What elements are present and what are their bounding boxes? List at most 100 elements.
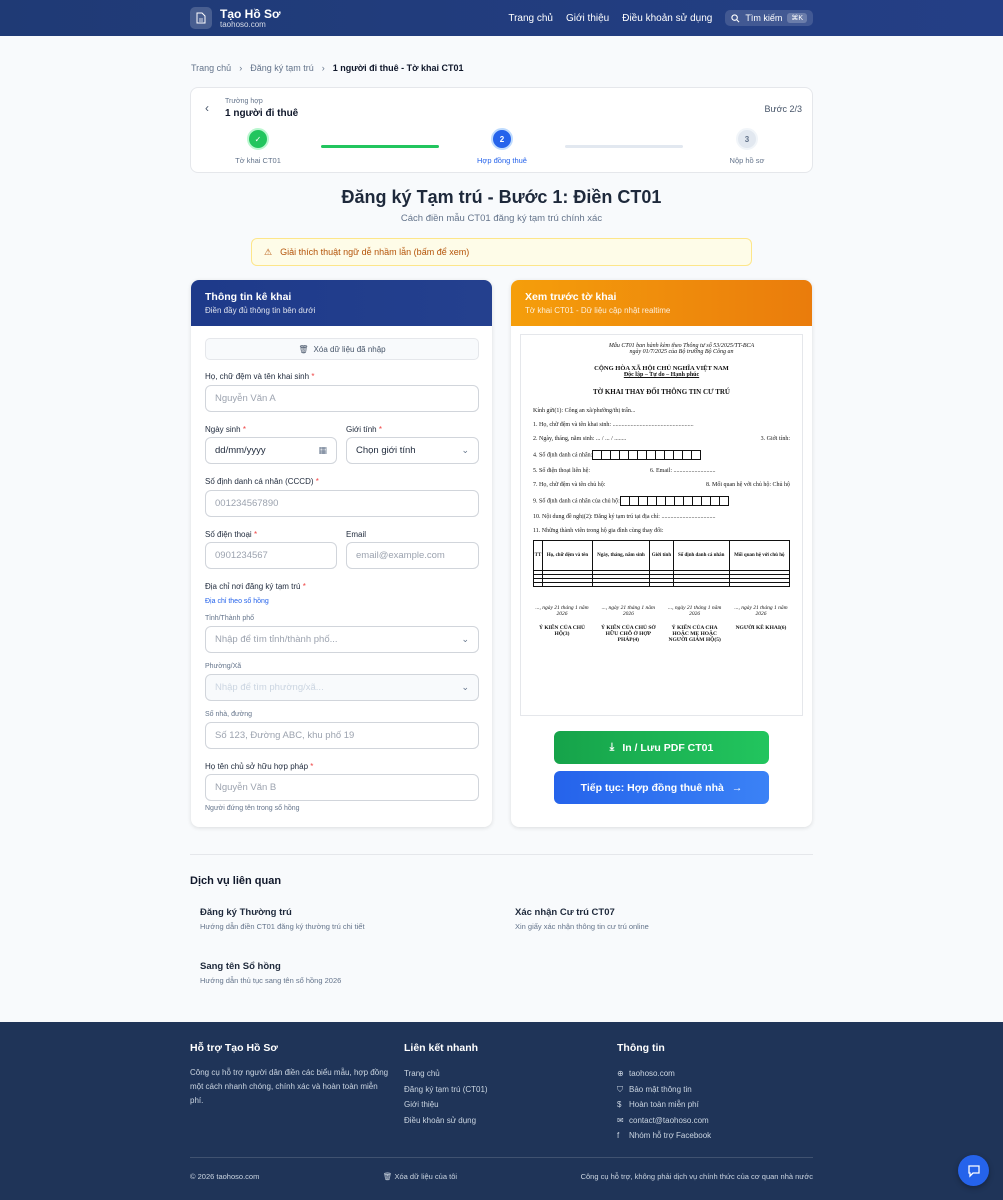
shield-icon: ⛉ xyxy=(617,1084,623,1094)
chevron-down-icon: ⌄ xyxy=(461,634,469,644)
related-item-ct07[interactable]: Xác nhận Cư trú CT07 Xin giấy xác nhận t… xyxy=(515,907,649,931)
owner-input[interactable]: Nguyễn Văn B xyxy=(205,774,479,801)
cccd-label: Số định danh cá nhân (CCCD) * xyxy=(205,477,319,486)
clear-form-label: Xóa dữ liệu đã nhập xyxy=(313,344,386,354)
footer-email[interactable]: ✉ contact@taohoso.com xyxy=(617,1113,711,1129)
chat-icon xyxy=(967,1164,980,1178)
members-table: TT Họ, chữ đệm và tên Ngày, tháng, năm sin… xyxy=(533,540,791,587)
terms-warning-banner[interactable]: ⚠ Giải thích thuật ngữ dễ nhầm lẫn (bấm … xyxy=(251,238,752,266)
footer-free: $ Hoàn toàn miễn phí xyxy=(617,1097,711,1113)
brand-logo[interactable]: Tạo Hồ Sơ taohoso.com xyxy=(190,7,281,29)
print-pdf-button[interactable]: ⤓ In / Lưu PDF CT01 xyxy=(554,731,769,764)
footer-link-about[interactable]: Giới thiệu xyxy=(404,1097,488,1113)
chevron-down-icon: ⌄ xyxy=(461,445,469,455)
footer-website[interactable]: ⊕ taohoso.com xyxy=(617,1066,711,1082)
ward-label: Phường/Xã xyxy=(205,663,242,670)
clear-my-data-link[interactable]: 🗑 Xóa dữ liệu của tôi xyxy=(383,1172,457,1181)
step-2-circle[interactable]: 2 xyxy=(491,128,513,150)
phone-label: Số điện thoại * xyxy=(205,530,258,539)
fullname-input[interactable]: Nguyễn Văn A xyxy=(205,385,479,412)
disclaimer: Công cụ hỗ trợ, không phải dịch vụ chính… xyxy=(580,1172,813,1181)
preview-title: Xem trước tờ khai xyxy=(525,291,617,303)
owner-hint: Người đứng tên trong sổ hồng xyxy=(205,805,300,812)
chevron-right-icon: › xyxy=(239,63,243,73)
step-3-circle[interactable]: 3 xyxy=(736,128,758,150)
step-connector-todo xyxy=(565,145,683,148)
mail-icon: ✉ xyxy=(617,1115,624,1125)
search-button[interactable]: Tìm kiếm ⌘K xyxy=(725,10,813,26)
search-label: Tìm kiếm xyxy=(745,13,783,23)
doc-line-4: 4. Số định danh cá nhân: xyxy=(533,452,593,459)
street-label: Số nhà, đường xyxy=(205,711,253,718)
nav-terms[interactable]: Điều khoản sử dụng xyxy=(622,13,712,24)
trash-icon: 🗑 xyxy=(298,344,309,354)
form-subtitle: Điền đầy đủ thông tin bên dưới xyxy=(205,306,316,315)
top-header: Tạo Hồ Sơ taohoso.com Trang chủ Giới thi… xyxy=(0,0,1003,36)
nav-home[interactable]: Trang chủ xyxy=(508,13,553,24)
dob-input[interactable]: dd/mm/yyyy ▦ xyxy=(205,437,337,464)
chevron-right-icon: › xyxy=(321,63,325,73)
province-input[interactable]: Nhập để tìm tỉnh/thành phố... ⌄ xyxy=(205,626,479,653)
doc-line-3: 3. Giới tính: xyxy=(760,436,790,442)
owner-id-boxes xyxy=(619,496,729,506)
doc-to: Kính gửi(1): Công an xã/phường/thị trấn.… xyxy=(533,408,636,414)
ct01-document-preview: Mẫu CT01 ban hành kèm theo Thông tư số 5… xyxy=(520,334,803,716)
breadcrumb-current: 1 người đi thuê - Tờ khai CT01 xyxy=(332,63,464,73)
related-item-transfer[interactable]: Sang tên Sổ hồng Hướng dẫn thủ tục sang … xyxy=(200,961,341,985)
warning-icon: ⚠ xyxy=(264,246,273,257)
email-label: Email xyxy=(346,530,367,539)
footer-link-ct01[interactable]: Đăng ký tạm trú (CT01) xyxy=(404,1082,488,1098)
related-item-permanent[interactable]: Đăng ký Thường trú Hướng dẫn điền CT01 đ… xyxy=(200,907,365,931)
doc-line-8: 8. Mối quan hệ với chủ hộ: Chủ hộ xyxy=(706,482,790,488)
footer: Hỗ trợ Tạo Hồ Sơ Công cụ hỗ trợ người dâ… xyxy=(0,1022,1003,1200)
globe-icon: ⊕ xyxy=(617,1069,624,1078)
street-input[interactable]: Số 123, Đường ABC, khu phố 19 xyxy=(205,722,479,749)
search-icon xyxy=(731,13,740,22)
phone-input[interactable]: 0901234567 xyxy=(205,542,337,569)
search-shortcut: ⌘K xyxy=(787,13,807,23)
email-input[interactable]: email@example.com xyxy=(346,542,479,569)
page-subtitle: Cách điền mẫu CT01 đăng ký tạm trú chính… xyxy=(400,213,603,224)
footer-link-home[interactable]: Trang chủ xyxy=(404,1066,488,1082)
footer-info: Thông tin ⊕ taohoso.com ⛉ Bảo mật thông ti… xyxy=(617,1042,711,1144)
dollar-icon: $ xyxy=(617,1100,622,1109)
ward-input[interactable]: Nhập để tìm phường/xã... ⌄ xyxy=(205,674,479,701)
preview-subtitle: Tờ khai CT01 - Dữ liệu cập nhật realtime xyxy=(525,306,671,315)
step-connector-done xyxy=(321,145,439,148)
signature-block: ..., ngày 21 tháng 1 năm 2026 Ý KIẾN CỦA … xyxy=(535,605,788,643)
nav-about[interactable]: Giới thiệu xyxy=(566,13,609,24)
trash-icon: 🗑 xyxy=(382,1172,395,1181)
doc-title: TỜ KHAI THAY ĐỔI THÔNG TIN CƯ TRÚ xyxy=(593,388,730,396)
name-label: Họ, chữ đệm và tên khai sinh * xyxy=(205,372,315,381)
doc-line-10: 10. Nội dung đề nghị(2): Đăng ký tạm trú… xyxy=(533,514,716,520)
brand-name: Tạo Hồ Sơ xyxy=(220,6,281,21)
form-card-header: Thông tin kê khai Điền đầy đủ thông tin … xyxy=(191,280,492,326)
stepper-card: ‹ Trường hợp 1 người đi thuê Bước 2/3 ✓ … xyxy=(190,87,813,173)
province-label: Tỉnh/Thành phố xyxy=(205,615,255,622)
footer-about: Hỗ trợ Tạo Hồ Sơ Công cụ hỗ trợ người dâ… xyxy=(190,1042,389,1105)
chat-support-button[interactable] xyxy=(958,1155,989,1186)
gender-select[interactable]: Chọn giới tính ⌄ xyxy=(346,437,479,464)
step-3-label: Nộp hồ sơ xyxy=(729,156,765,165)
arrow-right-icon: → xyxy=(731,781,743,794)
step-1-circle[interactable]: ✓ xyxy=(247,128,269,150)
page-title: Đăng ký Tạm trú - Bước 1: Điền CT01 xyxy=(341,187,662,207)
footer-link-terms[interactable]: Điều khoản sử dụng xyxy=(404,1113,488,1129)
preview-card: Xem trước tờ khai Tờ khai CT01 - Dữ liệu… xyxy=(511,280,812,827)
doc-note-2: ngày 01/7/2025 của Bộ trưởng Bộ Công an xyxy=(629,349,734,355)
preview-card-header: Xem trước tờ khai Tờ khai CT01 - Dữ liệu… xyxy=(511,280,812,326)
next-step-button[interactable]: Tiếp tục: Hợp đồng thuê nhà → xyxy=(554,771,769,804)
id-boxes xyxy=(592,450,702,460)
calendar-icon[interactable]: ▦ xyxy=(318,445,327,456)
clear-form-button[interactable]: 🗑 Xóa dữ liệu đã nhập xyxy=(205,338,479,360)
breadcrumb-temp-residence[interactable]: Đăng ký tạm trú xyxy=(250,63,314,73)
breadcrumb-home[interactable]: Trang chủ xyxy=(191,63,231,73)
cccd-input[interactable]: 001234567890 xyxy=(205,490,479,517)
form-title: Thông tin kê khai xyxy=(205,291,292,303)
doc-motto: Độc lập – Tự do – Hạnh phúc xyxy=(623,372,700,378)
footer-facebook[interactable]: f Nhóm hỗ trợ Facebook xyxy=(617,1128,711,1144)
doc-line-6: 6. Email: ............................ xyxy=(650,468,716,474)
footer-links: Liên kết nhanh Trang chủ Đăng ký tạm trú… xyxy=(404,1042,488,1128)
doc-line-11: 11. Những thành viên trong hộ gia đình c… xyxy=(533,528,664,534)
back-arrow-icon[interactable]: ‹ xyxy=(205,101,209,115)
